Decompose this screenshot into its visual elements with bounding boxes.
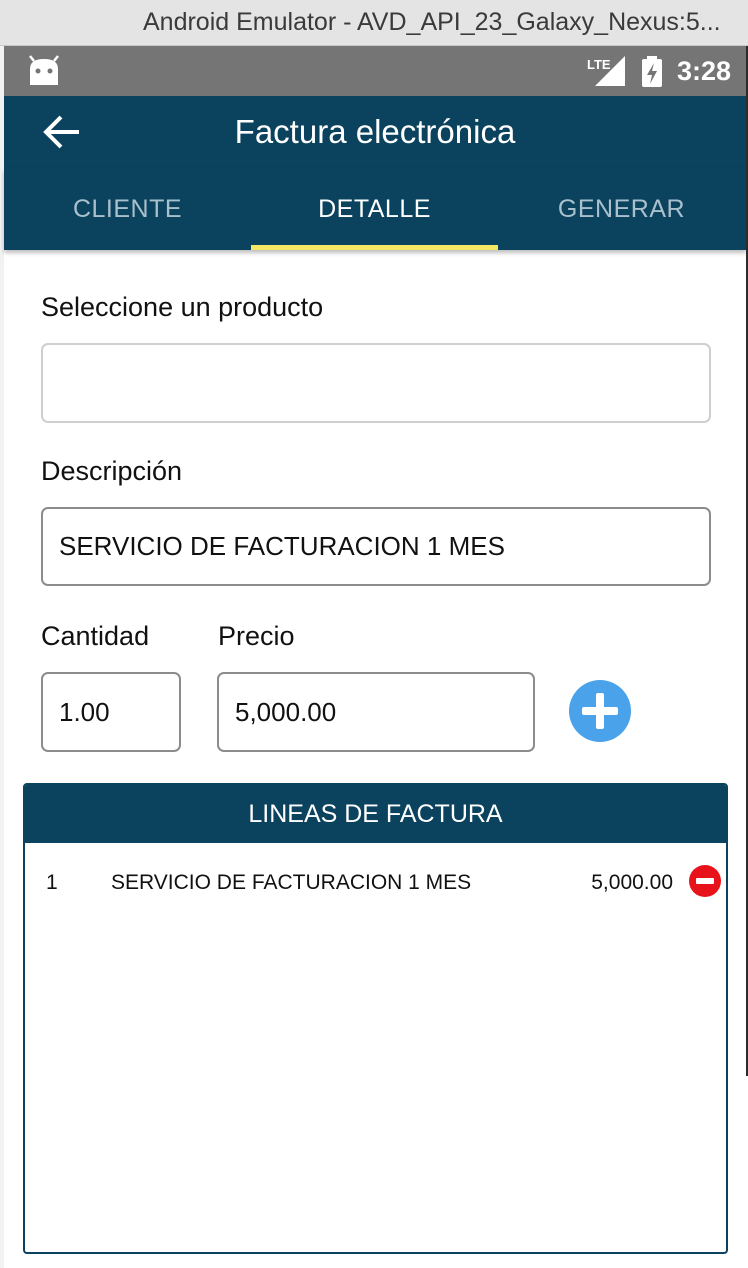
tab-cliente[interactable]: CLIENTE [4,168,251,250]
quantity-label: Cantidad [41,621,150,651]
tab-generar[interactable]: GENERAR [498,168,745,250]
product-select[interactable] [41,343,711,423]
price-field[interactable]: 5,000.00 [217,672,535,752]
status-clock: 3:28 [677,56,732,86]
list-item[interactable]: 1 SERVICIO DE FACTURACION 1 MES 5,000.00 [25,843,726,919]
emulator-window-title: Android Emulator - AVD_API_23_Galaxy_Nex… [0,0,748,46]
minus-circle-icon[interactable] [689,865,721,897]
app-bar: Factura electrónica [4,96,746,168]
page-title: Factura electrónica [234,113,516,150]
invoice-lines-panel: LINEAS DE FACTURA 1 SERVICIO DE FACTURAC… [23,783,728,1254]
active-tab-indicator [251,245,498,250]
description-field[interactable]: SERVICIO DE FACTURACION 1 MES [41,507,711,586]
lte-signal-icon: LTE [585,56,627,93]
android-debug-icon [26,55,62,92]
invoice-lines-header: LINEAS DE FACTURA [25,785,726,843]
line-description: SERVICIO DE FACTURACION 1 MES [111,871,472,894]
product-label: Seleccione un producto [41,292,324,322]
battery-charging-icon [641,56,663,93]
add-line-button[interactable] [569,680,631,742]
tab-detalle[interactable]: DETALLE [251,168,498,250]
line-price: 5,000.00 [591,871,673,894]
status-bar: LTE 3:28 [4,46,746,96]
price-label: Precio [218,621,295,651]
lte-label: LTE [587,57,611,72]
description-label: Descripción [41,456,183,486]
quantity-field[interactable]: 1.00 [41,672,181,752]
line-number: 1 [46,871,58,894]
tab-bar: CLIENTE DETALLE GENERAR [4,168,746,250]
